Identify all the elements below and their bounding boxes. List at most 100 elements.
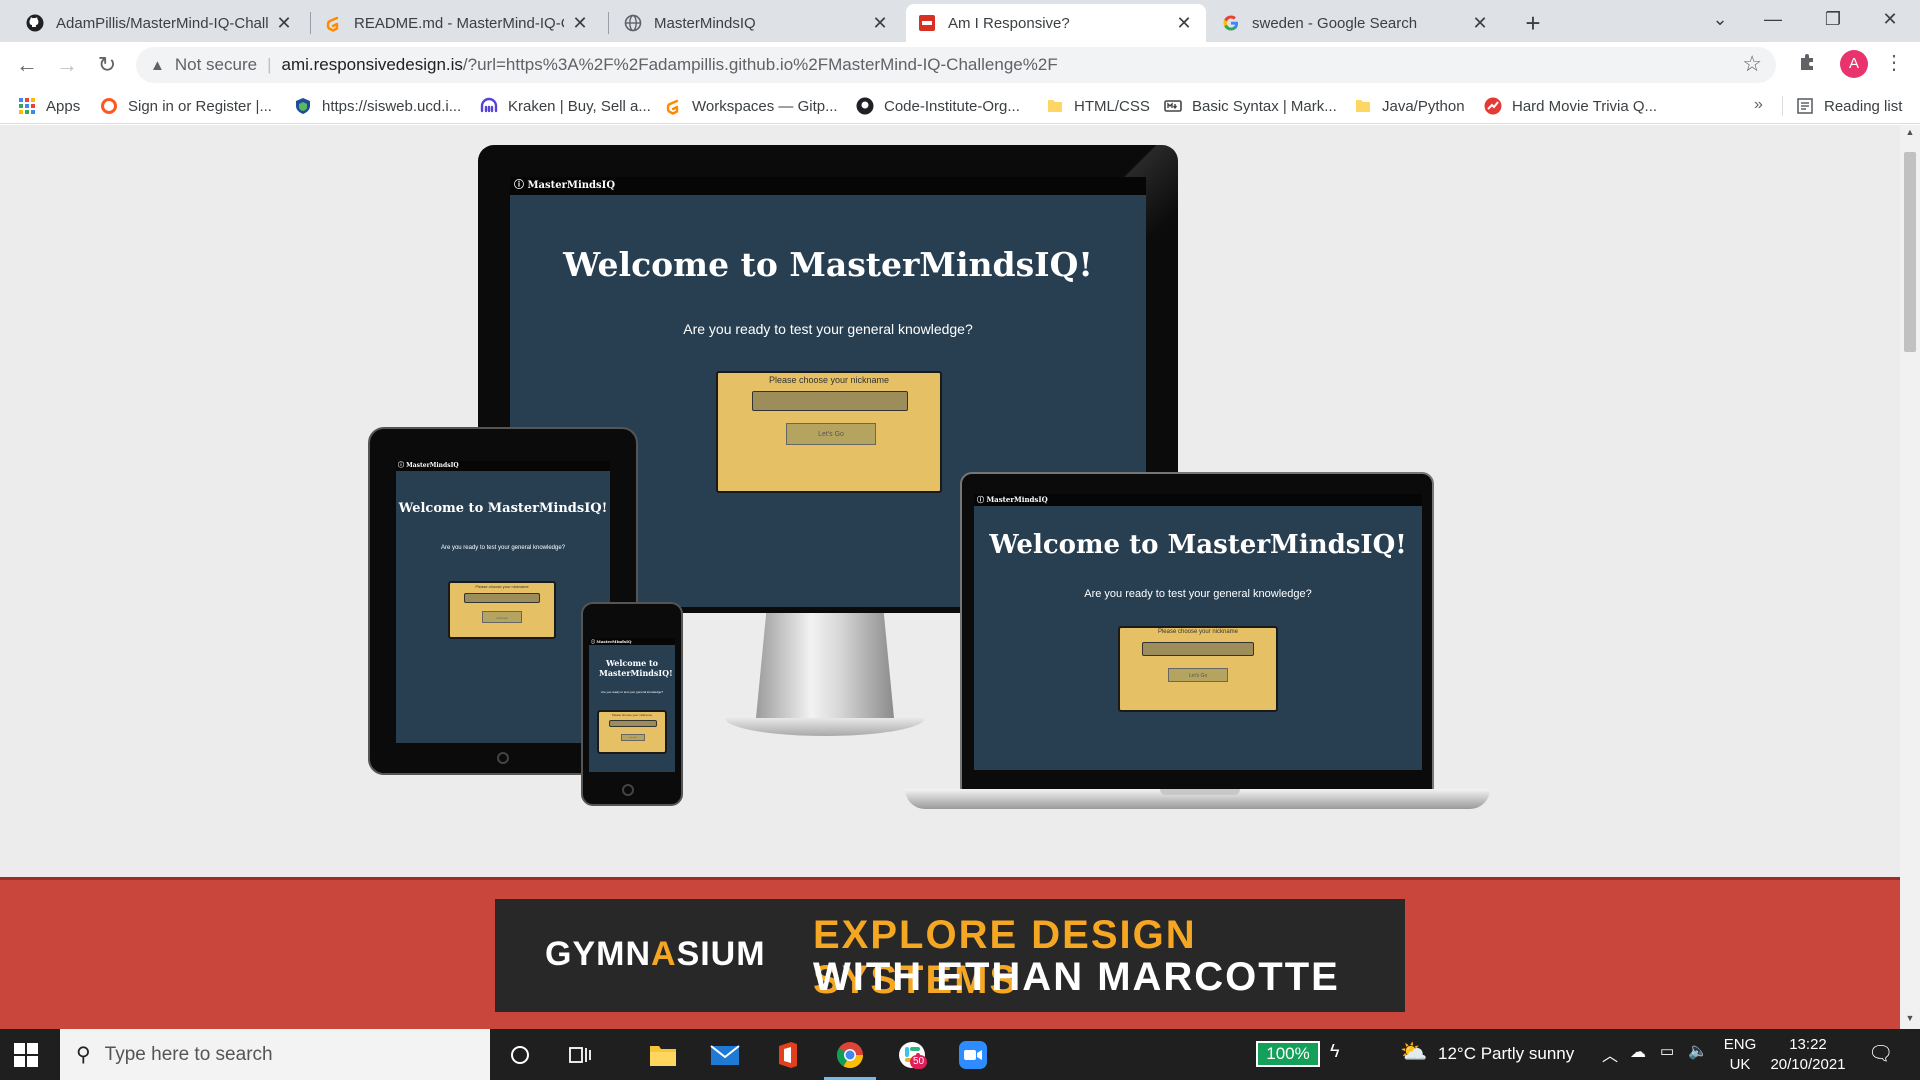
more-bookmarks-button[interactable]: »: [1754, 96, 1763, 114]
tab-github-repo[interactable]: AdamPillis/MasterMind-IQ-Challenge ✕: [14, 4, 306, 42]
forward-button[interactable]: →: [52, 50, 82, 80]
gymnasium-ad-banner[interactable]: GYMNASIUM EXPLORE DESIGN SYSTEMS WITH ET…: [495, 899, 1405, 1012]
extensions-puzzle-icon[interactable]: [1796, 50, 1820, 74]
laptop-mockup: ⓘ MasterMindsIQ Welcome to MasterMindsIQ…: [960, 472, 1434, 792]
chrome-icon[interactable]: [832, 1037, 868, 1073]
bookmark-sign-in[interactable]: Sign in or Register |...: [100, 94, 272, 118]
reading-list-button[interactable]: Reading list: [1796, 94, 1902, 118]
ad-brand-suffix: SIUM: [676, 935, 766, 973]
windows-start-icon[interactable]: [14, 1043, 38, 1067]
close-icon[interactable]: ✕: [1470, 13, 1490, 34]
bookmark-kraken[interactable]: Kraken | Buy, Sell a...: [480, 94, 651, 118]
notifications-icon[interactable]: 🗨: [1868, 1041, 1893, 1066]
mail-icon[interactable]: [707, 1037, 743, 1073]
tab-title: Am I Responsive?: [948, 14, 1070, 32]
home-button-icon: [622, 784, 634, 796]
reload-button[interactable]: ↻: [92, 50, 122, 80]
nickname-card: Please choose your nickname Let's Go: [1118, 626, 1278, 712]
tab-separator: [310, 12, 311, 34]
zoom-icon[interactable]: [955, 1037, 991, 1073]
file-explorer-icon[interactable]: [645, 1037, 681, 1073]
tab-mastermindsiq[interactable]: MasterMindsIQ ✕: [612, 4, 902, 42]
bookmark-label: https://sisweb.ucd.i...: [322, 97, 462, 115]
apps-grid-icon: [18, 97, 36, 115]
site-brand-text: MasterMindsIQ: [986, 495, 1048, 504]
bookmark-gitpod[interactable]: Workspaces — Gitp...: [664, 94, 838, 118]
close-icon[interactable]: ✕: [570, 13, 590, 34]
bookmark-star-icon[interactable]: ☆: [1742, 51, 1762, 77]
taskbar-search-input[interactable]: ⚲ Type here to search: [60, 1029, 490, 1080]
office-icon[interactable]: [770, 1037, 806, 1073]
bookmark-label: Hard Movie Trivia Q...: [1512, 97, 1658, 115]
lets-go-button[interactable]: Let's Go: [1168, 668, 1228, 682]
window-close-button[interactable]: ✕: [1870, 4, 1910, 34]
new-tab-button[interactable]: +: [1518, 8, 1548, 39]
tab-am-i-responsive[interactable]: Am I Responsive? ✕: [906, 4, 1206, 42]
battery-icon[interactable]: ▭: [1660, 1042, 1674, 1060]
bookmark-label: Workspaces — Gitp...: [692, 97, 838, 115]
bookmark-folder-html-css[interactable]: HTML/CSS: [1046, 94, 1150, 118]
slack-icon[interactable]: 50: [894, 1037, 930, 1073]
bookmark-markdown-syntax[interactable]: Basic Syntax | Mark...: [1164, 94, 1337, 118]
welcome-prompt: Are you ready to test your general knowl…: [600, 690, 664, 694]
scrollbar-thumb[interactable]: [1904, 152, 1916, 352]
scroll-up-icon[interactable]: ▲: [1900, 127, 1920, 137]
restore-button[interactable]: ❐: [1813, 4, 1853, 34]
nickname-input[interactable]: [1142, 642, 1254, 656]
bookmark-label: Sign in or Register |...: [128, 97, 272, 115]
home-button-icon: [497, 752, 509, 764]
security-label: Not secure: [174, 55, 258, 74]
reading-list-label: Reading list: [1824, 97, 1903, 115]
tab-readme[interactable]: README.md - MasterMind-IQ-Challenge ✕: [312, 4, 602, 42]
bookmark-sisweb[interactable]: https://sisweb.ucd.i...: [294, 94, 461, 118]
cortana-circle-icon[interactable]: [502, 1037, 538, 1073]
bookmark-apps[interactable]: Apps: [18, 94, 80, 118]
gitpod-icon: [324, 14, 342, 32]
onedrive-cloud-icon[interactable]: ☁: [1630, 1042, 1646, 1062]
taskbar-clock[interactable]: 13:22 20/10/2021: [1758, 1035, 1858, 1075]
back-button[interactable]: ←: [12, 50, 42, 80]
nickname-input[interactable]: [752, 391, 908, 411]
bookmark-movie-trivia[interactable]: Hard Movie Trivia Q...: [1484, 94, 1657, 118]
lets-go-button[interactable]: Let's Go: [621, 734, 645, 741]
phone-screen: ⓘ MasterMindsIQ Welcome to MasterMindsIQ…: [589, 638, 675, 772]
nickname-label: Please choose your nickname: [475, 584, 529, 589]
task-view-icon[interactable]: [562, 1037, 598, 1073]
close-icon[interactable]: ✕: [870, 13, 890, 34]
lets-go-button[interactable]: Let's Go: [786, 423, 876, 445]
ring-icon: [100, 97, 118, 115]
page-scrollbar[interactable]: ▲ ▼: [1900, 125, 1920, 1029]
monitor-stand-neck: [755, 613, 895, 728]
bookmark-code-institute[interactable]: Code-Institute-Org...: [856, 94, 1020, 118]
tab-google-search[interactable]: sweden - Google Search ✕: [1210, 4, 1502, 42]
weather-text[interactable]: 12°C Partly sunny: [1438, 1044, 1574, 1064]
site-brand: ⓘ MasterMindsIQ: [510, 177, 1146, 195]
language-indicator[interactable]: ENG UK: [1720, 1035, 1760, 1075]
lets-go-button[interactable]: Let's Go: [482, 611, 522, 623]
menu-kebab-icon[interactable]: ⋮: [1884, 48, 1904, 78]
browser-toolbar: ← → ↻ ▲ Not secure | ami.responsivedesig…: [0, 42, 1920, 88]
close-icon[interactable]: ✕: [1174, 13, 1194, 34]
bookmark-label: Basic Syntax | Mark...: [1192, 97, 1337, 115]
minimize-button[interactable]: —: [1753, 4, 1793, 34]
address-bar[interactable]: ▲ Not secure | ami.responsivedesign.is/?…: [136, 47, 1776, 83]
nickname-input[interactable]: [464, 593, 540, 603]
tray-chevron-up-icon[interactable]: ︿: [1602, 1042, 1618, 1066]
nickname-card: Please choose your nickname Let's Go: [448, 581, 556, 639]
tab-title: AdamPillis/MasterMind-IQ-Challenge: [56, 14, 268, 32]
volume-icon[interactable]: 🔈: [1688, 1041, 1708, 1061]
laptop-notch: [1160, 789, 1240, 795]
ad-subheadline: WITH ETHAN MARCOTTE: [813, 955, 1340, 999]
markdown-icon: [1164, 97, 1182, 115]
profile-avatar[interactable]: A: [1840, 50, 1868, 78]
welcome-heading: Welcome to MasterMindsIQ!: [989, 530, 1407, 560]
scroll-down-icon[interactable]: ▼: [1900, 1013, 1920, 1023]
nickname-input[interactable]: [609, 720, 657, 727]
tab-search-chevron-down-icon[interactable]: ⌄: [1700, 4, 1740, 34]
bookmarks-bar: Apps Sign in or Register |... https://si…: [0, 88, 1920, 124]
battery-percent[interactable]: 100%: [1256, 1041, 1320, 1067]
search-placeholder: Type here to search: [104, 1043, 273, 1065]
close-icon[interactable]: ✕: [274, 13, 294, 34]
bookmark-folder-java-python[interactable]: Java/Python: [1354, 94, 1465, 118]
url-path: /?url=https%3A%2F%2Fadampillis.github.io…: [462, 55, 1058, 74]
